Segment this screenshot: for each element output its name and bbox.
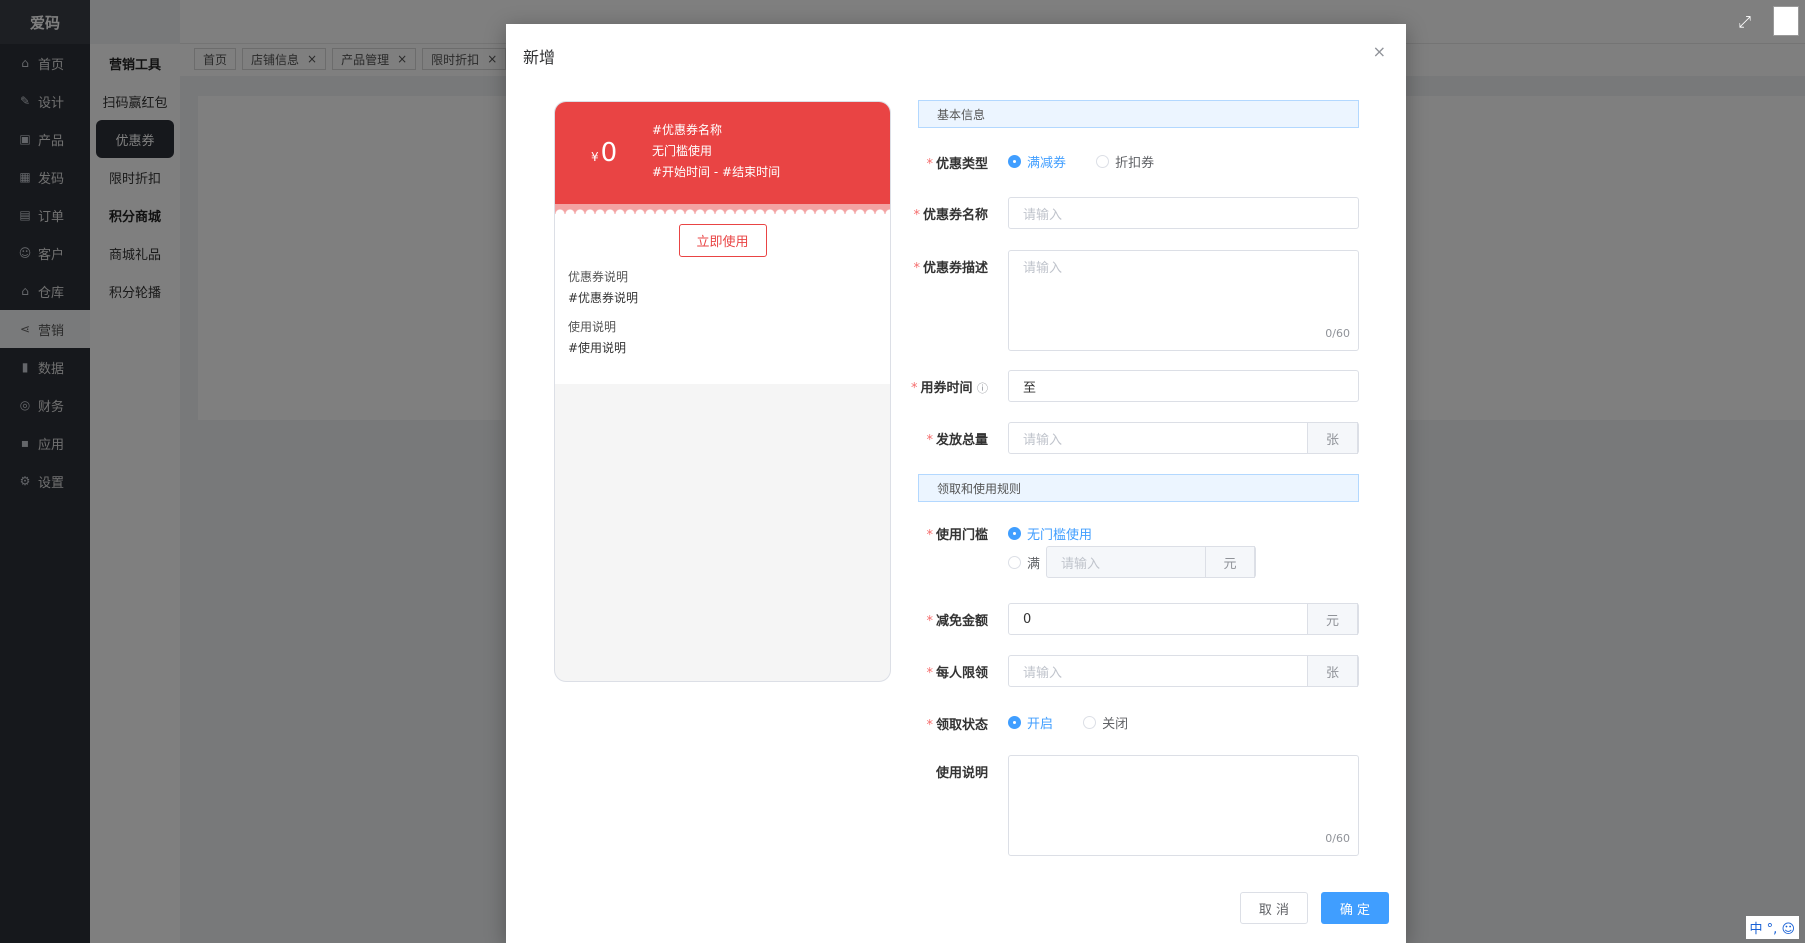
row-desc: * 优惠券描述 请输入 0/60 <box>913 250 1359 351</box>
radio-status-on[interactable]: 开启 <box>1008 713 1053 732</box>
name-label: * 优惠券名称 <box>913 208 988 223</box>
coupon-info: #优惠券名称 无门槛使用 #开始时间 - #结束时间 <box>652 120 780 183</box>
row-status: * 领取状态 开启 关闭 <box>918 713 1359 733</box>
type-radio-group: 满减券 折扣券 <box>1008 152 1180 172</box>
threshold-amount-input[interactable]: 请输入元 <box>1046 546 1257 578</box>
desc-label: 优惠券说明 <box>568 270 629 284</box>
char-count: 0/60 <box>1325 327 1350 340</box>
section-title: 基本信息 <box>937 107 986 122</box>
row-threshold: * 使用门槛 无门槛使用 满 请输入元 <box>918 524 1359 584</box>
status-label: * 领取状态 <box>926 717 988 733</box>
currency-symbol: ¥ <box>591 150 599 164</box>
limit-label: * 每人限领 <box>926 666 988 681</box>
coupon-preview: ¥0 #优惠券名称 无门槛使用 #开始时间 - #结束时间 立即使用 优惠券说明… <box>554 101 891 682</box>
price-value: 0 <box>600 138 618 168</box>
coupon-header: ¥0 #优惠券名称 无门槛使用 #开始时间 - #结束时间 <box>555 102 890 204</box>
section-basic-info: 基本信息 <box>918 100 1359 128</box>
cancel-button[interactable]: 取 消 <box>1240 892 1308 924</box>
coupon-time-preview: #开始时间 - #结束时间 <box>652 165 781 179</box>
unit-append: 元 <box>1205 546 1256 578</box>
ime-status[interactable]: 中 °, ☺ <box>1745 916 1799 939</box>
row-time: * 用券时间 ⓘ 至 <box>911 370 1359 402</box>
status-radio-group: 开启 关闭 <box>1008 713 1154 733</box>
coupon-dialog: 新增 × ¥0 #优惠券名称 无门槛使用 #开始时间 - #结束时间 立即使用 … <box>506 24 1406 943</box>
char-count: 0/60 <box>1325 832 1350 845</box>
dialog-title: 新增 <box>523 48 556 67</box>
coupon-name-preview: #优惠券名称 <box>652 123 723 137</box>
section-rules: 领取和使用规则 <box>918 474 1359 502</box>
usage-textarea[interactable]: 0/60 <box>1008 755 1359 856</box>
section-title: 领取和使用规则 <box>937 481 1022 496</box>
info-icon: ⓘ <box>977 382 988 395</box>
threshold-label: * 使用门槛 <box>926 528 988 543</box>
threshold-radio-none[interactable]: 无门槛使用 <box>1008 524 1118 544</box>
radio-status-off[interactable]: 关闭 <box>1083 713 1128 732</box>
coupon-desc-textarea[interactable]: 请输入 0/60 <box>1008 250 1359 351</box>
use-now-button[interactable]: 立即使用 <box>678 224 767 257</box>
fullscreen-icon[interactable]: ⤢ <box>1738 12 1751 32</box>
discount-input[interactable]: 0元 <box>1008 603 1359 635</box>
coupon-threshold-preview: 无门槛使用 <box>652 144 713 158</box>
radio-discount[interactable]: 折扣券 <box>1096 152 1154 171</box>
row-total: * 发放总量 请输入张 <box>918 422 1359 454</box>
unit-append: 张 <box>1307 655 1358 687</box>
coupon-body: 立即使用 优惠券说明 #优惠券说明 使用说明 #使用说明 <box>555 214 890 384</box>
coupon-name-input[interactable]: 请输入 <box>1008 197 1359 229</box>
threshold-radio-full[interactable]: 满 请输入元 <box>1008 546 1260 578</box>
type-label: * 优惠类型 <box>926 156 988 172</box>
unit-append: 张 <box>1307 422 1358 454</box>
desc-label: * 优惠券描述 <box>913 261 988 276</box>
row-name: * 优惠券名称 请输入 <box>913 197 1359 229</box>
discount-label: * 减免金额 <box>926 614 988 629</box>
usage-label: 使用说明 <box>935 766 988 781</box>
time-label: * 用券时间 ⓘ <box>910 381 988 396</box>
row-limit: * 每人限领 请输入张 <box>918 655 1359 687</box>
time-range-picker[interactable]: 至 <box>1008 370 1359 402</box>
close-icon[interactable]: × <box>1373 42 1386 61</box>
per-person-limit-input[interactable]: 请输入张 <box>1008 655 1359 687</box>
total-input[interactable]: 请输入张 <box>1008 422 1359 454</box>
row-usage: 使用说明 0/60 <box>918 755 1359 856</box>
row-type: * 优惠类型 满减券 折扣券 <box>918 152 1359 172</box>
row-discount: * 减免金额 0元 <box>918 603 1359 635</box>
confirm-button[interactable]: 确 定 <box>1321 892 1389 924</box>
total-label: * 发放总量 <box>926 433 988 448</box>
usage-value: #使用说明 <box>568 341 627 355</box>
coupon-desc-preview: 优惠券说明 #优惠券说明 使用说明 #使用说明 <box>555 267 890 359</box>
avatar[interactable] <box>1773 6 1799 36</box>
radio-full-reduction[interactable]: 满减券 <box>1008 152 1066 171</box>
usage-label: 使用说明 <box>568 320 617 334</box>
unit-append: 元 <box>1307 603 1358 635</box>
coupon-wave-edge <box>555 204 890 214</box>
coupon-price: ¥0 <box>591 138 617 168</box>
desc-value: #优惠券说明 <box>568 291 639 305</box>
